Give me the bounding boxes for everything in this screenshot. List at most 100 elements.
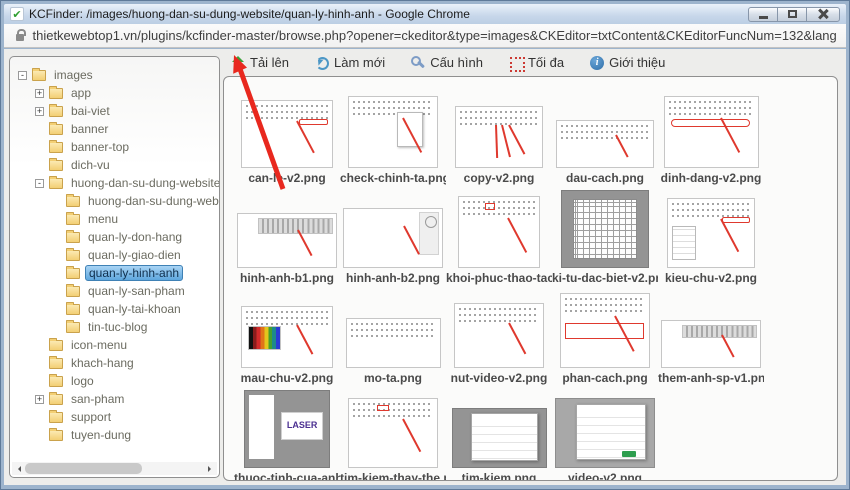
tree-item-app[interactable]: +app: [10, 84, 219, 102]
file-thumbnail: [560, 293, 650, 368]
tree-item-label: menu: [85, 211, 121, 227]
toolbar-button-cau-hinh[interactable]: Cấu hình: [411, 55, 483, 70]
file-item[interactable]: dau-cach.png: [552, 89, 658, 189]
tree-item-bai-viet[interactable]: +bai-viet: [10, 102, 219, 120]
file-thumbnail: [348, 96, 438, 168]
window-titlebar[interactable]: ✔ KCFinder: /images/huong-dan-su-dung-we…: [4, 4, 846, 24]
tree-item-menu[interactable]: menu: [10, 210, 219, 228]
file-name: nut-video-v2.png: [451, 371, 548, 385]
file-item[interactable]: mau-chu-v2.png: [234, 289, 340, 389]
thumbnail-toolbar-line: [565, 310, 645, 312]
tree-item-label: quan-ly-tai-khoan: [85, 301, 184, 317]
thumbnail-mark: [682, 325, 757, 339]
file-thumbnail: [561, 190, 649, 268]
file-item[interactable]: hinh-anh-b2.png: [340, 189, 446, 289]
file-item[interactable]: copy-v2.png: [446, 89, 552, 189]
expand-toggle-icon[interactable]: +: [35, 395, 44, 404]
tree-item-label: tuyen-dung: [68, 427, 134, 443]
toolbar-button-label: Tải lên: [250, 55, 289, 70]
tree-item-huong-dan-su-dung-website-tamph[interactable]: huong-dan-su-dung-website-tamph: [10, 192, 219, 210]
file-item[interactable]: khoi-phuc-thao-tac.p: [446, 189, 552, 289]
tree-item-khach-hang[interactable]: khach-hang: [10, 354, 219, 372]
tree-item-label: quan-ly-don-hang: [85, 229, 185, 245]
thumbnail-toolbar-line: [460, 117, 538, 119]
tree-item-icon-menu[interactable]: icon-menu: [10, 336, 219, 354]
file-thumbnail: LASER: [244, 390, 330, 468]
expand-toggle-icon[interactable]: +: [35, 107, 44, 116]
tree-item-quan-ly-hinh-anh[interactable]: quan-ly-hinh-anh: [10, 264, 219, 282]
tree-horizontal-scrollbar[interactable]: [12, 462, 217, 475]
tree-item-quan-ly-don-hang[interactable]: quan-ly-don-hang: [10, 228, 219, 246]
collapse-toggle-icon[interactable]: -: [18, 71, 27, 80]
tree-item-label: san-pham: [68, 391, 127, 407]
thumbnail-toolbar-line: [246, 323, 328, 325]
address-bar[interactable]: thietkewebtop1.vn/plugins/kcfinder-maste…: [4, 24, 846, 48]
file-item[interactable]: dinh-dang-v2.png: [658, 89, 764, 189]
tree-item-label: banner: [68, 121, 111, 137]
thumbnail-mark: [495, 125, 498, 158]
file-item[interactable]: mo-ta.png: [340, 289, 446, 389]
thumbnail-wrapper: [454, 289, 544, 368]
file-thumbnail: [237, 213, 337, 268]
file-item[interactable]: phan-cach.png: [552, 289, 658, 389]
file-name: khoi-phuc-thao-tac.p: [446, 271, 552, 285]
file-item[interactable]: check-chinh-ta.png: [340, 89, 446, 189]
thumbnail-toolbar-line: [463, 207, 535, 209]
thumbnail-mark: [403, 226, 420, 255]
thumbnail-toolbar-line: [460, 111, 538, 113]
tree-item-label: quan-ly-san-pham: [85, 283, 188, 299]
close-icon: [818, 9, 828, 19]
file-item[interactable]: can-le-v2.png: [234, 89, 340, 189]
thumbnail-toolbar-line: [463, 213, 535, 215]
toolbar: Tải lên Làm mới Cấu hình Tối đa iGiới thiệu: [223, 49, 838, 76]
file-item[interactable]: tim-kiem-thay-the.pn: [340, 389, 446, 481]
refresh-icon: [315, 56, 329, 70]
file-item[interactable]: ki-tu-dac-biet-v2.png: [552, 189, 658, 289]
maximize-button[interactable]: [777, 7, 807, 22]
close-button[interactable]: [806, 7, 840, 22]
thumbnail-toolbar-line: [565, 298, 645, 300]
toolbar-button-lam-moi[interactable]: Làm mới: [315, 55, 385, 70]
file-name: copy-v2.png: [464, 171, 535, 185]
file-item[interactable]: kieu-chu-v2.png: [658, 189, 764, 289]
tree-item-dich-vu[interactable]: dich-vu: [10, 156, 219, 174]
toolbar-button-gioi-thieu[interactable]: iGiới thiệu: [590, 55, 665, 70]
thumbnail-mark: [299, 119, 328, 125]
expand-toggle-icon[interactable]: +: [35, 89, 44, 98]
thumbnail-mark: [672, 226, 695, 260]
file-item[interactable]: video-v2.png: [552, 389, 658, 481]
tree-item-quan-ly-tai-khoan[interactable]: quan-ly-tai-khoan: [10, 300, 219, 318]
tree-item-quan-ly-san-pham[interactable]: quan-ly-san-pham: [10, 282, 219, 300]
file-item[interactable]: LASERthuoc-tinh-cua-anh-v: [234, 389, 340, 481]
thumbnail-toolbar-line: [669, 113, 754, 115]
scroll-right-arrow-icon[interactable]: [205, 462, 217, 475]
thumbnail-toolbar-line: [460, 123, 538, 125]
tree-item-banner-top[interactable]: banner-top: [10, 138, 219, 156]
tree-item-tuyen-dung[interactable]: tuyen-dung: [10, 426, 219, 444]
toolbar-button-tai-len[interactable]: Tải lên: [231, 55, 289, 70]
tree-item-banner[interactable]: banner: [10, 120, 219, 138]
tree-item-support[interactable]: support: [10, 408, 219, 426]
toolbar-button-toi-đa[interactable]: Tối đa: [509, 55, 564, 70]
tree-item-logo[interactable]: logo: [10, 372, 219, 390]
thumbnail-toolbar-line: [669, 101, 754, 103]
tree-item-san-pham[interactable]: + san-pham: [10, 390, 219, 408]
collapse-toggle-icon[interactable]: -: [35, 179, 44, 188]
scrollbar-thumb[interactable]: [25, 463, 142, 474]
file-item[interactable]: tim-kiem.png: [446, 389, 552, 481]
thumbnail-wrapper: [241, 289, 333, 368]
tree-item-huong-dan-su-dung-website[interactable]: - huong-dan-su-dung-website: [10, 174, 219, 192]
folder-icon: [66, 322, 80, 333]
file-item[interactable]: hinh-anh-b1.png: [234, 189, 340, 289]
tree-item-tin-tuc-blog[interactable]: tin-tuc-blog: [10, 318, 219, 336]
tree-item-label: dich-vu: [68, 157, 113, 173]
folder-tree-panel: -images+app+bai-vietbannerbanner-topdich…: [9, 56, 220, 478]
minimize-button[interactable]: [748, 7, 778, 22]
thumbnail-mark: [722, 217, 750, 223]
scroll-left-arrow-icon[interactable]: [12, 462, 24, 475]
tree-item-label: huong-dan-su-dung-website: [68, 175, 220, 191]
file-item[interactable]: nut-video-v2.png: [446, 289, 552, 389]
file-item[interactable]: them-anh-sp-v1.png: [658, 289, 764, 389]
tree-item-images[interactable]: -images: [10, 66, 219, 84]
tree-item-quan-ly-giao-dien[interactable]: quan-ly-giao-dien: [10, 246, 219, 264]
